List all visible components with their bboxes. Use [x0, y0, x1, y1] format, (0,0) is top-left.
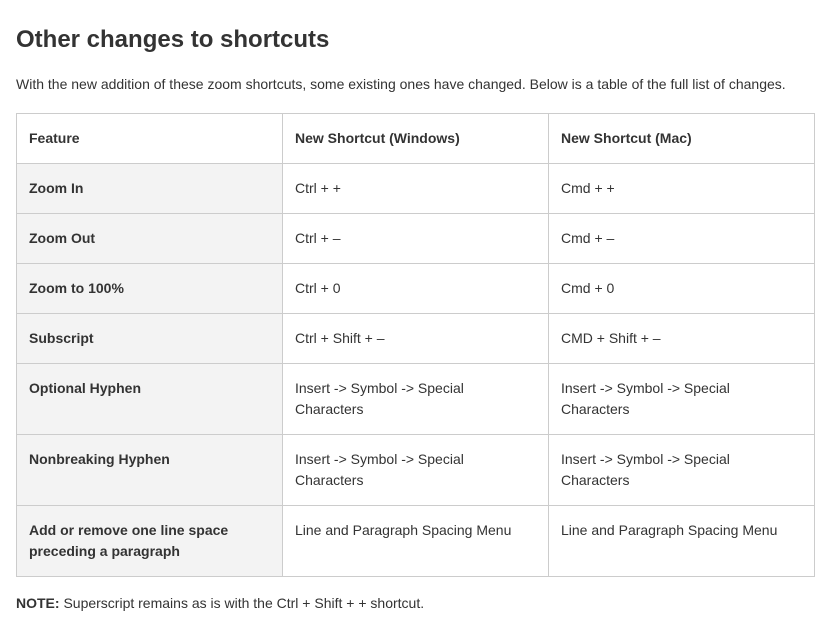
table-row: Add or remove one line space preceding a… [17, 506, 815, 577]
note-label: NOTE: [16, 595, 60, 611]
table-row: Zoom Out Ctrl + – Cmd + – [17, 214, 815, 264]
header-windows: New Shortcut (Windows) [283, 114, 549, 164]
cell-windows: Ctrl + – [283, 214, 549, 264]
section-heading: Other changes to shortcuts [16, 26, 815, 54]
cell-windows: Ctrl + 0 [283, 264, 549, 314]
header-feature: Feature [17, 114, 283, 164]
cell-feature: Add or remove one line space preceding a… [17, 506, 283, 577]
table-row: Zoom to 100% Ctrl + 0 Cmd + 0 [17, 264, 815, 314]
cell-feature: Subscript [17, 314, 283, 364]
table-row: Optional Hyphen Insert -> Symbol -> Spec… [17, 364, 815, 435]
cell-mac: Cmd + – [549, 214, 815, 264]
cell-feature: Zoom to 100% [17, 264, 283, 314]
cell-mac: Cmd + + [549, 164, 815, 214]
note-body: Superscript remains as is with the Ctrl … [60, 595, 425, 611]
cell-windows: Insert -> Symbol -> Special Characters [283, 435, 549, 506]
cell-mac: Line and Paragraph Spacing Menu [549, 506, 815, 577]
table-row: Subscript Ctrl + Shift + – CMD + Shift +… [17, 314, 815, 364]
header-mac: New Shortcut (Mac) [549, 114, 815, 164]
cell-feature: Nonbreaking Hyphen [17, 435, 283, 506]
intro-text: With the new addition of these zoom shor… [16, 74, 815, 95]
table-row: Zoom In Ctrl + + Cmd + + [17, 164, 815, 214]
table-header-row: Feature New Shortcut (Windows) New Short… [17, 114, 815, 164]
shortcuts-table: Feature New Shortcut (Windows) New Short… [16, 113, 815, 577]
note-text: NOTE: Superscript remains as is with the… [16, 595, 815, 611]
cell-windows: Ctrl + Shift + – [283, 314, 549, 364]
cell-mac: Cmd + 0 [549, 264, 815, 314]
cell-mac: Insert -> Symbol -> Special Characters [549, 435, 815, 506]
cell-windows: Line and Paragraph Spacing Menu [283, 506, 549, 577]
cell-mac: CMD + Shift + – [549, 314, 815, 364]
cell-mac: Insert -> Symbol -> Special Characters [549, 364, 815, 435]
cell-windows: Insert -> Symbol -> Special Characters [283, 364, 549, 435]
cell-feature: Zoom In [17, 164, 283, 214]
cell-feature: Zoom Out [17, 214, 283, 264]
cell-windows: Ctrl + + [283, 164, 549, 214]
table-row: Nonbreaking Hyphen Insert -> Symbol -> S… [17, 435, 815, 506]
cell-feature: Optional Hyphen [17, 364, 283, 435]
